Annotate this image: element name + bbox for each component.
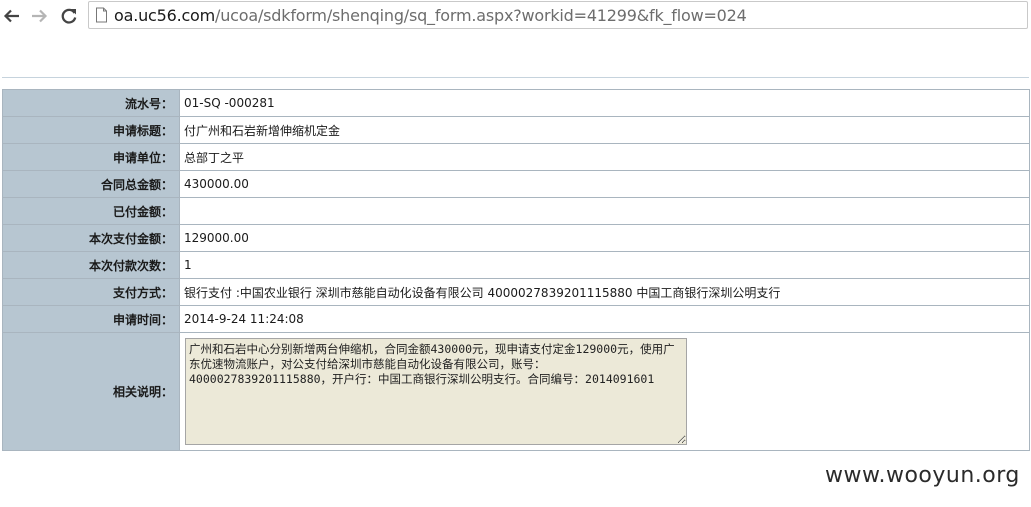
row-label: 支付方式： xyxy=(2,278,180,306)
row-value: 总部丁之平 xyxy=(179,143,1030,171)
row-label: 本次支付金额： xyxy=(2,224,180,252)
row-label: 申请标题： xyxy=(2,116,180,144)
url-path: /ucoa/sdkform/shenqing/sq_form.aspx?work… xyxy=(215,6,747,25)
forward-button[interactable] xyxy=(28,5,50,27)
row-value: 430000.00 xyxy=(179,170,1030,198)
form-row-payment-method: 支付方式： 银行支付 :中国农业银行 深圳市慈能自动化设备有限公司 400002… xyxy=(2,278,1030,306)
page-icon xyxy=(96,7,107,23)
row-label: 相关说明： xyxy=(2,332,180,451)
row-label: 本次付款次数： xyxy=(2,251,180,279)
row-label: 流水号： xyxy=(2,89,180,117)
address-bar[interactable]: oa.uc56.com/ucoa/sdkform/shenqing/sq_for… xyxy=(88,1,1028,29)
row-label: 申请单位： xyxy=(2,143,180,171)
browser-toolbar: oa.uc56.com/ucoa/sdkform/shenqing/sq_for… xyxy=(0,0,1031,32)
row-label: 合同总金额： xyxy=(2,170,180,198)
row-label: 已付金额： xyxy=(2,197,180,225)
url-host: oa.uc56.com xyxy=(114,6,216,25)
form-row-title: 申请标题： 付广州和石岩新增伸缩机定金 xyxy=(2,116,1030,144)
row-label: 申请时间： xyxy=(2,305,180,333)
row-value: 银行支付 :中国农业银行 深圳市慈能自动化设备有限公司 400002783920… xyxy=(179,278,1030,306)
form-row-apply-time: 申请时间： 2014-9-24 11:24:08 xyxy=(2,305,1030,333)
row-value xyxy=(179,197,1030,225)
row-value: 2014-9-24 11:24:08 xyxy=(179,305,1030,333)
row-value: 01-SQ -000281 xyxy=(179,89,1030,117)
row-value: 广州和石岩中心分别新增两台伸缩机，合同金额430000元，现申请支付定金1290… xyxy=(179,332,1030,451)
remark-textarea[interactable]: 广州和石岩中心分别新增两台伸缩机，合同金额430000元，现申请支付定金1290… xyxy=(185,338,687,445)
row-value: 付广州和石岩新增伸缩机定金 xyxy=(179,116,1030,144)
row-value: 1 xyxy=(179,251,1030,279)
form-row-paid-amount: 已付金额： xyxy=(2,197,1030,225)
form-row-payment-amount: 本次支付金额： 129000.00 xyxy=(2,224,1030,252)
form-row-unit: 申请单位： 总部丁之平 xyxy=(2,143,1030,171)
arrow-right-icon xyxy=(32,9,48,23)
watermark: www.wooyun.org xyxy=(825,463,1020,488)
arrow-left-icon xyxy=(3,9,19,23)
form-row-serial: 流水号： 01-SQ -000281 xyxy=(2,89,1030,117)
application-form: 流水号： 01-SQ -000281 申请标题： 付广州和石岩新增伸缩机定金 申… xyxy=(2,89,1030,451)
form-row-contract-total: 合同总金额： 430000.00 xyxy=(2,170,1030,198)
form-row-payment-count: 本次付款次数： 1 xyxy=(2,251,1030,279)
url-text: oa.uc56.com/ucoa/sdkform/shenqing/sq_for… xyxy=(114,6,747,25)
reload-icon xyxy=(61,8,77,24)
row-value: 129000.00 xyxy=(179,224,1030,252)
reload-button[interactable] xyxy=(58,5,80,27)
divider xyxy=(2,77,1029,78)
form-row-remark: 相关说明： 广州和石岩中心分别新增两台伸缩机，合同金额430000元，现申请支付… xyxy=(2,332,1030,451)
back-button[interactable] xyxy=(1,5,23,27)
